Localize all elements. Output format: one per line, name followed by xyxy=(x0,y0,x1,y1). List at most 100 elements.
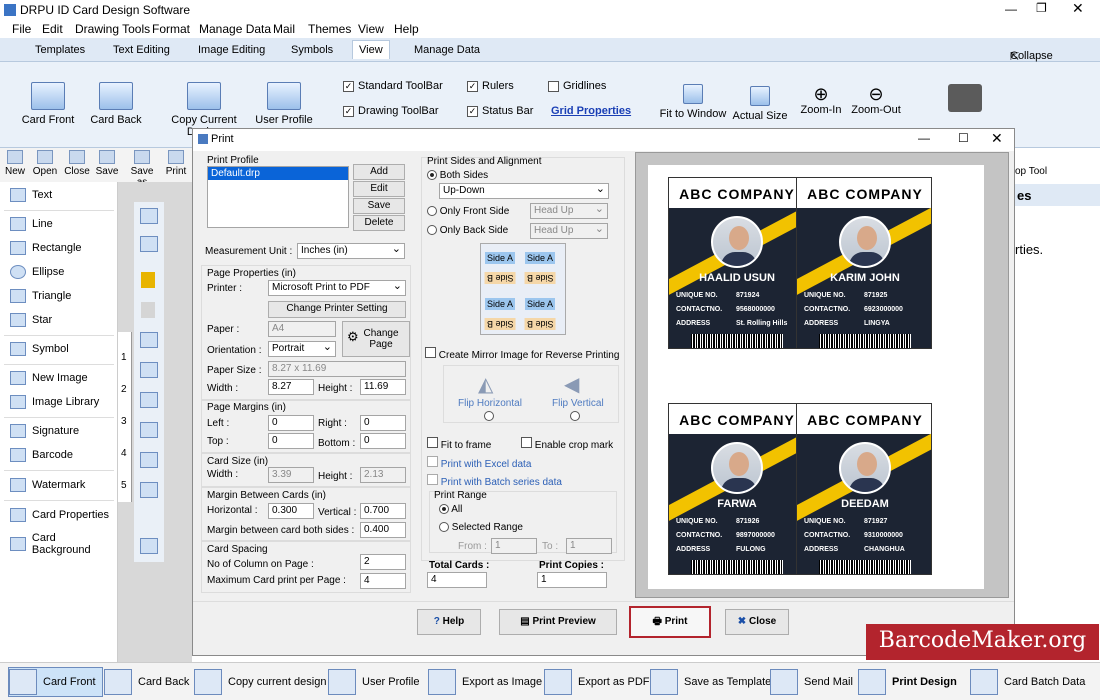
back-side-radio[interactable]: Only Back Side xyxy=(427,225,508,236)
card-width-field[interactable]: 3.39 xyxy=(268,467,314,483)
dialog-maximize-icon[interactable]: ☐ xyxy=(958,131,969,145)
help-button[interactable]: ? Help xyxy=(417,609,481,635)
profile-list[interactable]: Default.drp xyxy=(207,166,349,228)
print-design-button[interactable]: Print Design xyxy=(858,667,957,697)
max-cards-stepper[interactable]: 4 xyxy=(360,573,406,589)
range-to-field[interactable]: 1 xyxy=(566,538,612,554)
tool-icon[interactable] xyxy=(140,452,158,468)
footer-card-front-button[interactable]: Card Front xyxy=(8,667,103,697)
dialog-minimize-icon[interactable]: — xyxy=(918,131,930,145)
dialog-close-button[interactable]: ✖ Close xyxy=(725,609,789,635)
margin-left-field[interactable]: 0 xyxy=(268,415,314,431)
tool-image-library[interactable]: Image Library xyxy=(10,395,99,409)
excel-data-check[interactable]: Print with Excel data xyxy=(427,456,531,470)
status-bar-check[interactable]: ✓ Status Bar xyxy=(467,105,533,117)
range-from-field[interactable]: 1 xyxy=(491,538,537,554)
close-icon[interactable]: ✕ xyxy=(1072,0,1084,17)
export-pdf-button[interactable]: Export as PDF xyxy=(544,667,650,697)
tool-ellipse[interactable]: Ellipse xyxy=(10,265,64,279)
profile-save-button[interactable]: Save xyxy=(353,198,405,214)
tool-icon[interactable] xyxy=(140,422,158,438)
save-button[interactable]: Save xyxy=(93,150,121,177)
tool-new-image[interactable]: New Image xyxy=(10,371,88,385)
menu-themes[interactable]: Themes xyxy=(308,22,351,36)
printer-icon[interactable] xyxy=(948,84,982,112)
unlock-icon[interactable] xyxy=(141,302,155,318)
front-side-select[interactable]: Head Up xyxy=(530,203,608,219)
tool-rectangle[interactable]: Rectangle xyxy=(10,241,82,255)
tab-templates[interactable]: Templates xyxy=(35,44,85,56)
batch-data-check[interactable]: Print with Batch series data xyxy=(427,474,562,488)
tool-triangle[interactable]: Triangle xyxy=(10,289,71,303)
card-batch-data-button[interactable]: Card Batch Data xyxy=(970,667,1085,697)
minimize-icon[interactable]: — xyxy=(1005,2,1017,16)
standard-toolbar-check[interactable]: ✓ Standard ToolBar xyxy=(343,80,443,92)
tool-card-properties[interactable]: Card Properties xyxy=(10,508,109,522)
close-button[interactable]: Close xyxy=(63,150,91,177)
page-width-field[interactable]: 8.27 xyxy=(268,379,314,395)
tab-view[interactable]: View xyxy=(352,40,390,59)
tab-image-editing[interactable]: Image Editing xyxy=(198,44,265,56)
profile-add-button[interactable]: Add xyxy=(353,164,405,180)
zoom-in-button[interactable]: ⊕ Zoom-In xyxy=(796,84,846,116)
crop-mark-check[interactable]: Enable crop mark xyxy=(521,437,613,451)
profile-delete-button[interactable]: Delete xyxy=(353,215,405,231)
save-template-button[interactable]: Save as Template xyxy=(650,667,771,697)
tool-icon[interactable] xyxy=(140,362,158,378)
total-cards-stepper[interactable]: 4 xyxy=(427,572,487,588)
grid-properties-link[interactable]: Grid Properties xyxy=(551,105,631,117)
flip-horizontal-label[interactable]: Flip Horizontal xyxy=(458,398,522,409)
page-height-field[interactable]: 11.69 xyxy=(360,379,406,395)
paper-size-field[interactable]: 8.27 x 11.69 xyxy=(268,361,406,377)
both-sides-radio[interactable]: Both Sides xyxy=(427,170,488,181)
new-button[interactable]: New xyxy=(1,150,29,177)
columns-stepper[interactable]: 2 xyxy=(360,554,406,570)
measurement-unit-select[interactable]: Inches (in) xyxy=(297,243,405,259)
printer-select[interactable]: Microsoft Print to PDF xyxy=(268,280,406,296)
card-height-field[interactable]: 2.13 xyxy=(360,467,406,483)
menu-mail[interactable]: Mail xyxy=(273,22,295,36)
flip-vertical-label[interactable]: Flip Vertical xyxy=(552,398,604,409)
tab-text-editing[interactable]: Text Editing xyxy=(113,44,170,56)
actual-size-button[interactable]: Actual Size xyxy=(732,86,788,122)
open-button[interactable]: Open xyxy=(31,150,59,177)
footer-user-profile-button[interactable]: User Profile xyxy=(328,667,419,697)
tool-icon[interactable] xyxy=(140,482,158,498)
profile-item[interactable]: Default.drp xyxy=(208,167,348,180)
tool-icon[interactable] xyxy=(140,332,158,348)
tool-star[interactable]: Star xyxy=(10,313,52,327)
tool-signature[interactable]: Signature xyxy=(10,424,79,438)
print-preview-button[interactable]: ▤ Print Preview xyxy=(499,609,617,635)
tool-icon[interactable] xyxy=(140,208,158,224)
tool-card-background[interactable]: Card Background xyxy=(10,532,117,556)
menu-format[interactable]: Format xyxy=(152,22,190,36)
tool-line[interactable]: Line xyxy=(10,217,53,231)
fit-to-window-button[interactable]: Fit to Window xyxy=(658,84,728,120)
lock-icon[interactable] xyxy=(141,272,155,288)
menu-file[interactable]: File xyxy=(12,22,31,36)
tool-icon[interactable] xyxy=(140,236,158,252)
both-sides-margin-field[interactable]: 0.400 xyxy=(360,522,406,538)
orientation-select[interactable]: Portrait xyxy=(268,341,336,357)
crop-tool-label[interactable]: op Tool xyxy=(1015,166,1047,177)
range-all-radio[interactable]: All xyxy=(439,504,462,515)
front-side-radio[interactable]: Only Front Side xyxy=(427,206,509,217)
user-profile-button[interactable]: User Profile xyxy=(254,82,314,126)
zoom-out-button[interactable]: ⊖ Zoom-Out xyxy=(850,84,902,116)
tool-text[interactable]: Text xyxy=(10,188,52,202)
both-sides-select[interactable]: Up-Down xyxy=(439,183,609,199)
footer-copy-design-button[interactable]: Copy current design xyxy=(194,667,326,697)
print-toolbar-button[interactable]: Print xyxy=(162,150,190,177)
menu-manage-data[interactable]: Manage Data xyxy=(199,22,271,36)
drawing-toolbar-check[interactable]: ✓ Drawing ToolBar xyxy=(343,105,439,117)
print-copies-stepper[interactable]: 1 xyxy=(537,572,607,588)
menu-view[interactable]: View xyxy=(358,22,384,36)
tool-symbol[interactable]: Symbol xyxy=(10,342,69,356)
tab-symbols[interactable]: Symbols xyxy=(291,44,333,56)
vertical-margin-field[interactable]: 0.700 xyxy=(360,503,406,519)
tool-watermark[interactable]: Watermark xyxy=(10,478,85,492)
card-back-button[interactable]: Card Back xyxy=(88,82,144,126)
menu-edit[interactable]: Edit xyxy=(42,22,63,36)
margin-top-field[interactable]: 0 xyxy=(268,433,314,449)
send-mail-button[interactable]: Send Mail xyxy=(770,667,853,697)
